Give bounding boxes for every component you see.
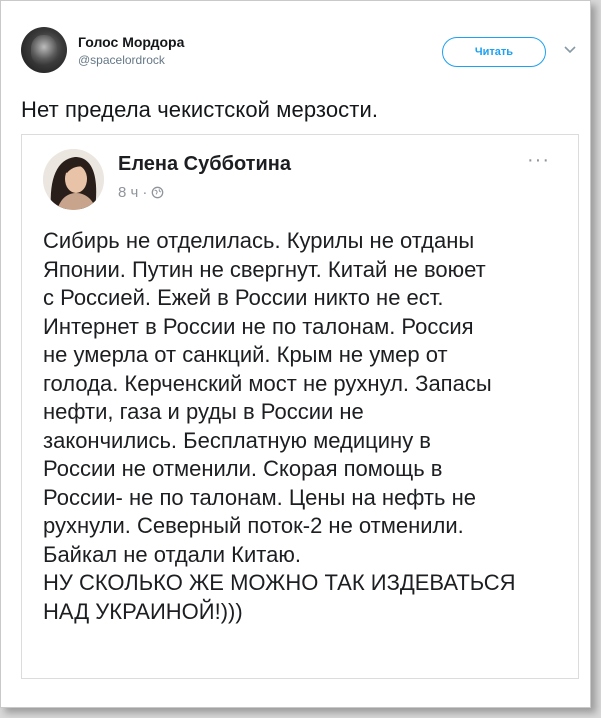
author-name[interactable]: Голос Мордора: [78, 34, 184, 50]
post-text-line: Байкал не отдали Китаю.: [43, 541, 301, 567]
author-avatar[interactable]: [21, 27, 67, 73]
chevron-down-icon[interactable]: [563, 45, 577, 55]
post-text-line: нефти, газа и руды в России не: [43, 399, 364, 424]
post-text-line: России не отменили. Скорая помощь в: [43, 456, 443, 481]
post-text-line: НАД УКРАИНОЙ!))): [43, 598, 243, 624]
post-text-line: Интернет в России не по талонам. Россия: [43, 313, 474, 339]
follow-button[interactable]: Читать: [442, 37, 546, 67]
post-author-name[interactable]: Елена Субботина: [118, 153, 291, 176]
tweet-text: Нет предела чекистской мерзости.: [21, 97, 379, 122]
avatar-figure: [31, 35, 57, 65]
screenshot-frame: Голос Мордора @spacelordrock Читать Нет …: [0, 0, 591, 708]
meta-separator: ·: [142, 184, 148, 201]
post-text-line: не умерла от санкций. Крым не умер от: [43, 342, 448, 367]
globe-icon: [151, 186, 164, 199]
post-text-line: Сибирь не отделилась. Курилы не отданы: [43, 228, 475, 253]
post-text-line: рухнули. Северный поток-2 не отменили.: [43, 513, 464, 538]
post-text-line: России- не по талонам. Цены на нефть не: [43, 484, 476, 510]
post-text: Сибирь не отделилась. Курилы не отданы Я…: [43, 227, 573, 626]
post-author-avatar[interactable]: [43, 149, 104, 210]
embedded-post-card[interactable]: Елена Субботина 8 ч · ··· Сибирь не отде…: [21, 134, 579, 679]
post-text-line: с Россией. Ежей в России никто не ест.: [43, 285, 444, 310]
post-text-line: НУ СКОЛЬКО ЖЕ МОЖНО ТАК ИЗДЕВАТЬСЯ: [43, 570, 516, 595]
portrait-image: [43, 149, 104, 210]
post-text-line: закончились. Бесплатную медицину в: [43, 427, 431, 453]
more-options-icon[interactable]: ···: [527, 149, 550, 172]
post-text-line: голода. Керченский мост не рухнул. Запас…: [43, 370, 492, 396]
post-text-line: Японии. Путин не свергнут. Китай не воюе…: [43, 256, 486, 282]
author-handle[interactable]: @spacelordrock: [78, 53, 165, 67]
post-time[interactable]: 8 ч: [118, 184, 138, 201]
post-meta: 8 ч ·: [118, 184, 164, 201]
